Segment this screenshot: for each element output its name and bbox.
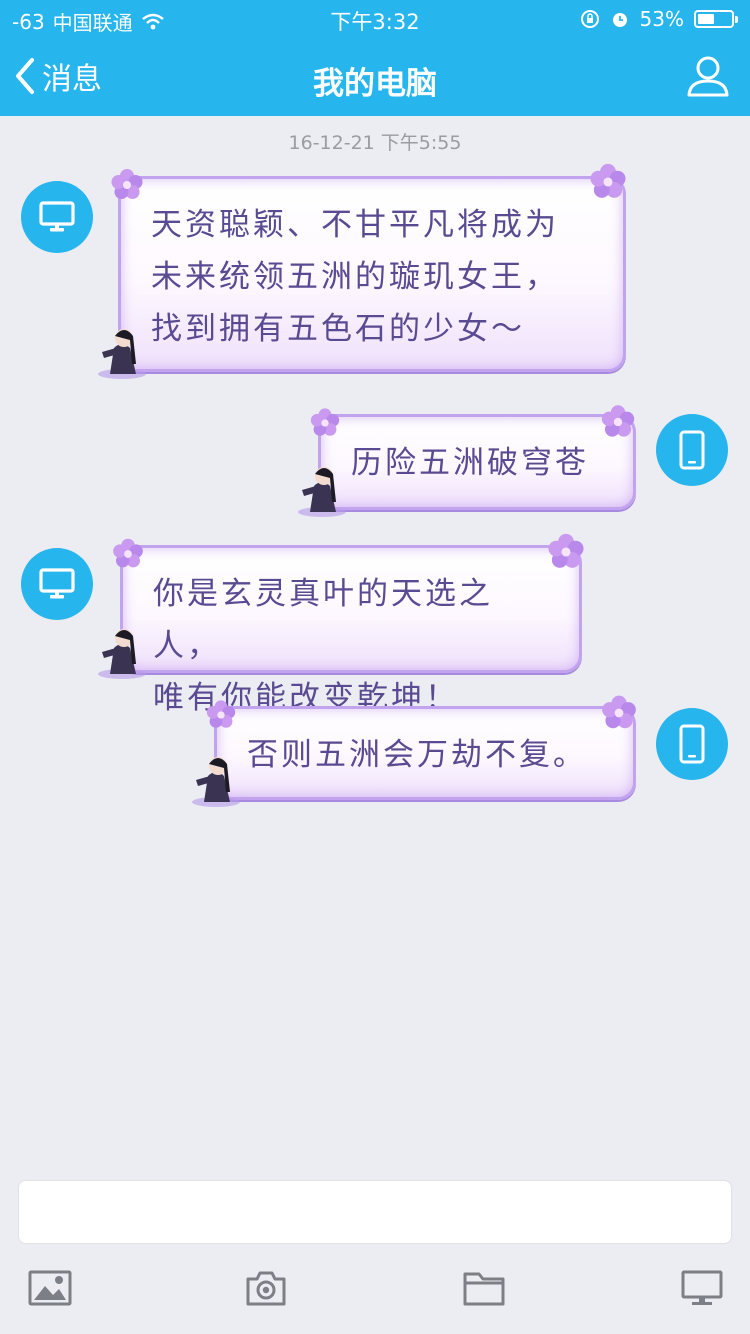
sender-avatar[interactable]: [21, 548, 93, 620]
message-input[interactable]: [18, 1180, 732, 1244]
bottom-toolbar: [0, 1262, 750, 1322]
nav-bar: 消息 我的电脑: [0, 38, 750, 116]
character-sticker: [98, 629, 146, 679]
message-bubble[interactable]: 你是玄灵真叶的天选之人， 唯有你能改变乾坤！: [120, 545, 582, 716]
phone-icon: [679, 724, 705, 764]
camera-icon[interactable]: [244, 1268, 288, 1308]
message-text: 历险五洲破穹苍: [351, 445, 589, 481]
sender-avatar[interactable]: [656, 708, 728, 780]
top-bar: -63 中国联通 下午3:32 53% 消息 我的电脑: [0, 0, 750, 116]
message-text: 否则五洲会万劫不复。: [247, 737, 587, 773]
computer-icon: [39, 201, 75, 232]
page-title: 我的电脑: [313, 66, 437, 102]
sender-avatar[interactable]: [656, 414, 728, 486]
message-bubble[interactable]: 历险五洲破穹苍: [318, 414, 636, 510]
rotation-lock-icon: [580, 10, 599, 28]
message-bubble[interactable]: 天资聪颖、不甘平凡将成为 未来统领五洲的璇玑女王， 找到拥有五色石的少女～: [118, 176, 626, 372]
character-sticker: [298, 467, 346, 517]
message-text: 天资聪颖、不甘平凡将成为 未来统领五洲的璇玑女王， 找到拥有五色石的少女～: [151, 207, 559, 347]
phone-icon: [679, 430, 705, 470]
alarm-icon: [612, 13, 627, 27]
folder-icon[interactable]: [462, 1268, 506, 1308]
flower-decoration: [548, 533, 584, 568]
image-icon[interactable]: [28, 1268, 72, 1308]
computer-icon[interactable]: [680, 1268, 724, 1308]
character-sticker: [192, 757, 240, 807]
flower-decoration: [601, 405, 635, 437]
sender-avatar[interactable]: [21, 181, 93, 253]
character-sticker: [98, 329, 146, 379]
flower-decoration: [111, 169, 143, 199]
battery-icon: [694, 10, 738, 28]
flower-decoration: [310, 408, 340, 436]
flower-decoration: [113, 538, 143, 568]
message-timestamp: 16-12-21 下午5:55: [288, 132, 462, 154]
status-right: 53%: [580, 7, 738, 31]
status-bar: -63 中国联通 下午3:32 53%: [0, 0, 750, 38]
flower-decoration: [602, 695, 636, 729]
battery-percent: 53%: [639, 7, 684, 31]
computer-icon: [39, 568, 75, 599]
profile-icon[interactable]: [686, 54, 730, 98]
message-bubble[interactable]: 否则五洲会万劫不复。: [214, 706, 636, 800]
battery-fill: [698, 14, 714, 24]
flower-decoration: [590, 163, 626, 198]
flower-decoration: [206, 700, 236, 728]
